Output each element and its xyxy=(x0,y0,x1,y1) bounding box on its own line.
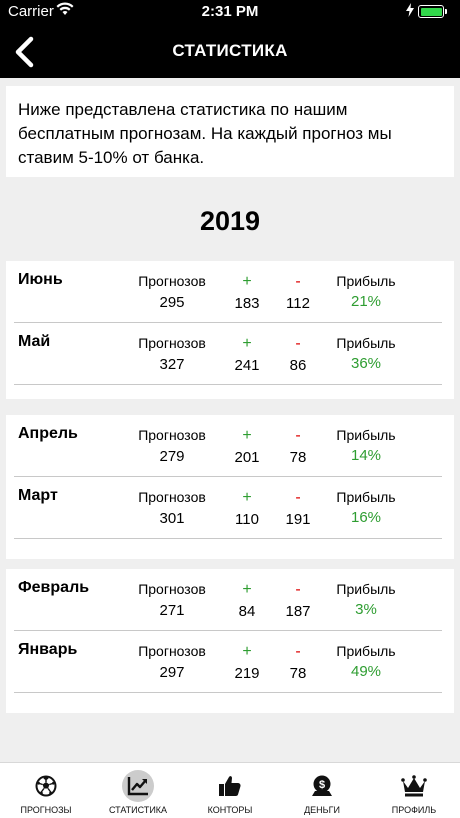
charging-icon xyxy=(406,3,414,21)
content-area: Ниже представлена статистика по нашим бе… xyxy=(0,78,460,762)
losses-count: 78 xyxy=(289,449,307,466)
month-row: Январь Прогнозов 297 +219 - 78 Прибыль 49% xyxy=(6,631,454,693)
profit-label: Прибыль xyxy=(336,643,396,659)
stats-card: Июнь Прогнозов 295 +183 - 112 Прибыль 21% Май Про… xyxy=(6,261,454,399)
battery-icon xyxy=(418,5,447,18)
month-row: Июнь Прогнозов 295 +183 - 112 Прибыль 21% xyxy=(6,261,454,323)
tab-label: КОНТОРЫ xyxy=(207,805,253,815)
tab-label: ПРОГНОЗЫ xyxy=(20,805,72,815)
tab-bar: ПРОГНОЗЫ СТАТИСТИКА КОНТОРЫ $ ДЕНЬГИ ПРО… xyxy=(0,762,460,818)
year-heading: 2019 xyxy=(199,206,261,236)
losses-label: - xyxy=(295,643,301,660)
forecasts-label: Прогнозов xyxy=(138,427,206,443)
profit-label: Прибыль xyxy=(336,581,396,597)
profit-label: Прибыль xyxy=(336,489,396,505)
wins-count: 110 xyxy=(235,511,259,528)
month-name: Январь xyxy=(18,641,78,658)
wins-count: 183 xyxy=(234,295,260,312)
forecasts-label: Прогнозов xyxy=(138,335,206,351)
losses-count: 191 xyxy=(285,511,311,528)
forecasts-count: 271 xyxy=(159,602,185,619)
profit-value: 14% xyxy=(350,447,382,464)
month-row: Март Прогнозов 301 +110 - 191 Прибыль 16% xyxy=(6,477,454,539)
tab-label: ДЕНЬГИ xyxy=(304,805,340,815)
profit-label: Прибыль xyxy=(336,427,396,443)
wins-count: 219 xyxy=(234,665,260,682)
wins-label: + xyxy=(242,643,252,660)
losses-label: - xyxy=(295,335,301,352)
stats-card: Апрель Прогнозов 279 +201 - 78 Прибыль 14% Март П… xyxy=(6,415,454,559)
forecasts-label: Прогнозов xyxy=(138,581,206,597)
forecasts-label: Прогнозов xyxy=(138,489,206,505)
tab-label: СТАТИСТИКА xyxy=(108,805,168,815)
status-bar: Carrier 2:31 PM xyxy=(0,0,460,24)
month-name: Февраль xyxy=(18,579,90,596)
clock: 2:31 PM xyxy=(201,3,259,20)
profit-value: 16% xyxy=(350,509,382,526)
soccer-ball-icon xyxy=(30,770,62,802)
page-title: СТАТИСТИКА xyxy=(172,41,288,60)
losses-label: - xyxy=(295,581,301,598)
nav-bar: СТАТИСТИКА xyxy=(0,24,460,78)
profit-value: 3% xyxy=(355,601,377,618)
forecasts-count: 327 xyxy=(159,356,185,373)
month-name: Июнь xyxy=(18,271,63,288)
forecasts-count: 295 xyxy=(159,294,185,311)
wins-count: 84 xyxy=(238,603,256,620)
profit-value: 49% xyxy=(350,663,382,680)
wins-label: + xyxy=(242,489,252,506)
losses-count: 78 xyxy=(289,665,307,682)
month-row: Февраль Прогнозов 271 +84 - 187 Прибыль 3% xyxy=(6,569,454,631)
month-row: Апрель Прогнозов 279 +201 - 78 Прибыль 14% xyxy=(6,415,454,477)
tab-forecasts[interactable]: ПРОГНОЗЫ xyxy=(0,763,92,818)
profit-value: 36% xyxy=(350,355,382,372)
profit-label: Прибыль xyxy=(336,335,396,351)
forecasts-label: Прогнозов xyxy=(138,273,206,289)
losses-label: - xyxy=(295,273,301,290)
forecasts-count: 301 xyxy=(159,510,185,527)
thumbs-up-icon xyxy=(214,770,246,802)
wins-label: + xyxy=(242,581,252,598)
losses-label: - xyxy=(295,427,301,444)
losses-label: - xyxy=(295,489,301,506)
losses-count: 187 xyxy=(285,603,311,620)
wins-label: + xyxy=(242,427,252,444)
tab-label: ПРОФИЛЬ xyxy=(391,805,437,815)
losses-count: 86 xyxy=(289,357,307,374)
forecasts-count: 297 xyxy=(159,664,185,681)
intro-text: Ниже представлена статистика по нашим бе… xyxy=(6,86,454,177)
tab-profile[interactable]: ПРОФИЛЬ xyxy=(368,763,460,818)
wins-label: + xyxy=(242,273,252,290)
month-name: Апрель xyxy=(18,425,78,442)
divider xyxy=(14,692,442,693)
wins-count: 201 xyxy=(234,449,260,466)
month-row: Май Прогнозов 327 +241 - 86 Прибыль 36% xyxy=(6,323,454,385)
wins-count: 241 xyxy=(234,357,260,374)
profit-value: 21% xyxy=(350,293,382,310)
crown-icon xyxy=(398,770,430,802)
tab-money[interactable]: $ ДЕНЬГИ xyxy=(276,763,368,818)
forecasts-count: 279 xyxy=(159,448,185,465)
svg-text:$: $ xyxy=(319,779,325,791)
losses-count: 112 xyxy=(286,295,310,312)
divider xyxy=(14,538,442,539)
tab-statistics[interactable]: СТАТИСТИКА xyxy=(92,763,184,818)
money-bag-icon: $ xyxy=(306,770,338,802)
month-name: Май xyxy=(18,333,51,350)
divider xyxy=(14,384,442,385)
forecasts-label: Прогнозов xyxy=(138,643,206,659)
tab-bookmakers[interactable]: КОНТОРЫ xyxy=(184,763,276,818)
chart-icon xyxy=(122,770,154,802)
wins-label: + xyxy=(242,335,252,352)
profit-label: Прибыль xyxy=(336,273,396,289)
stats-card: Февраль Прогнозов 271 +84 - 187 Прибыль 3% Январ… xyxy=(6,569,454,713)
month-name: Март xyxy=(18,487,58,504)
